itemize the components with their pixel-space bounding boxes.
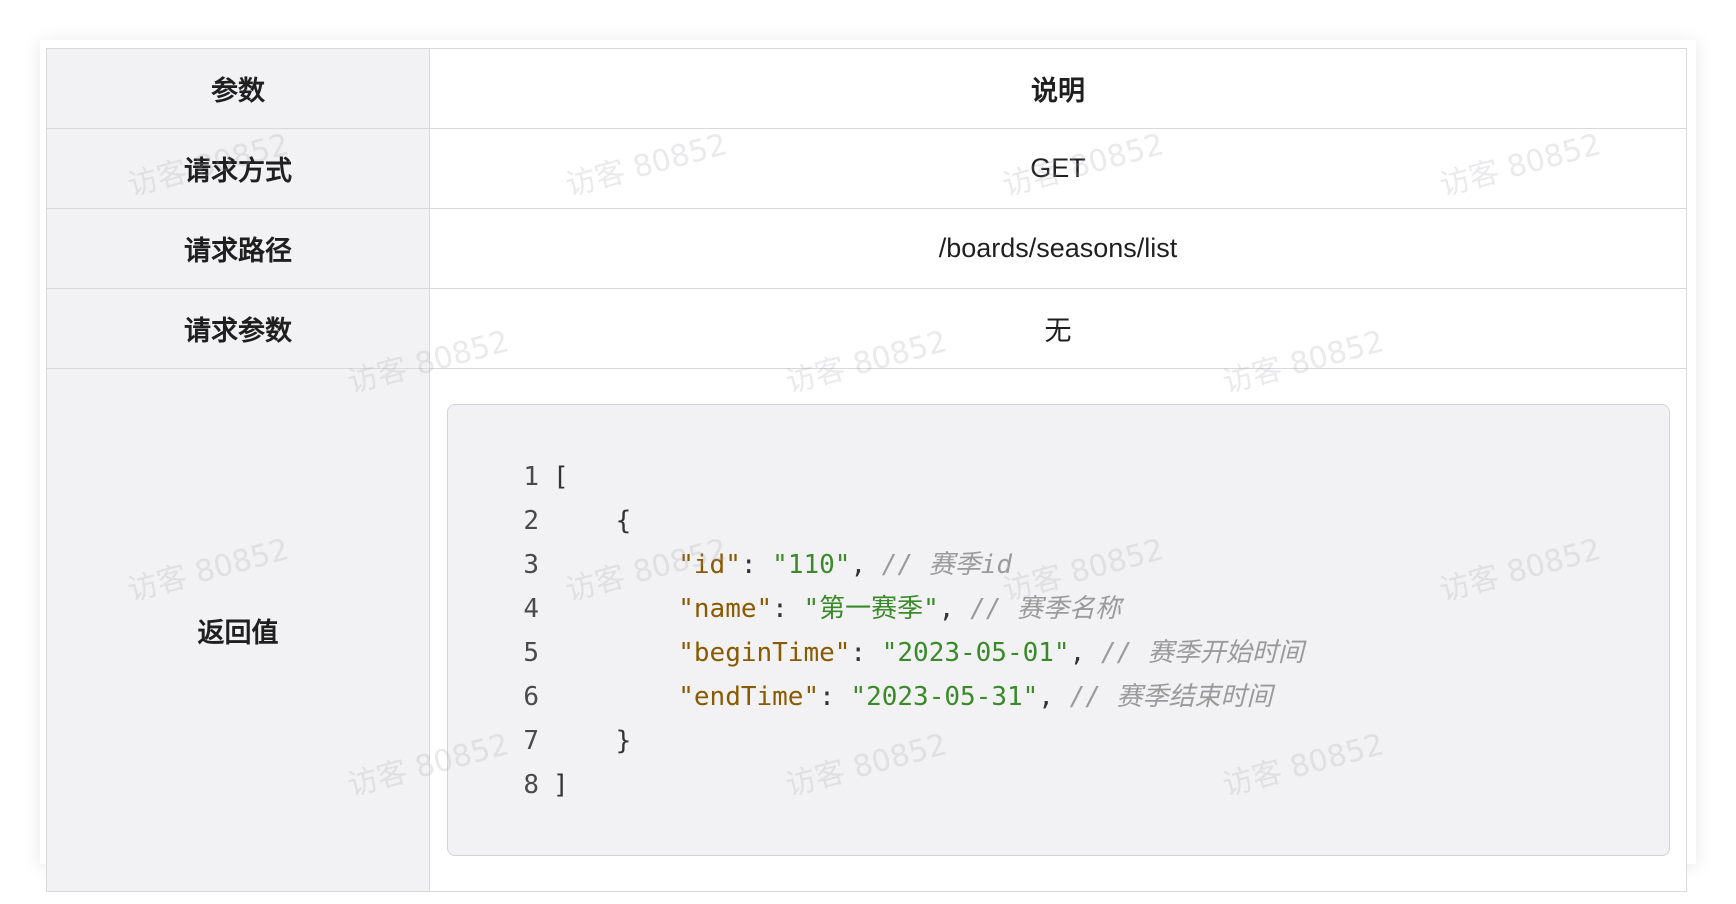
code-token-key: "endTime"	[678, 682, 820, 712]
line-number: 7	[523, 726, 539, 756]
code-token-punc: }	[553, 726, 632, 756]
code-token-str: "110"	[772, 550, 851, 580]
code-token-key: "name"	[678, 594, 773, 624]
code-token-punc	[553, 682, 678, 712]
line-number: 3	[523, 550, 539, 580]
row-key-return: 返回值	[46, 368, 430, 892]
code-token-punc: ,	[1069, 638, 1101, 668]
code-text: "beginTime": "2023-05-01", // 赛季开始时间	[553, 631, 1304, 675]
code-line: 1[	[448, 455, 1669, 499]
line-number: 6	[523, 682, 539, 712]
code-text: "endTime": "2023-05-31", // 赛季结束时间	[553, 675, 1273, 719]
table-row-path: 请求路径 /boards/seasons/list	[46, 208, 1687, 289]
code-text: "name": "第一赛季", // 赛季名称	[553, 587, 1121, 631]
code-token-punc: ,	[850, 550, 882, 580]
code-token-punc: :	[740, 550, 773, 580]
code-token-com: // 赛季开始时间	[1100, 638, 1304, 668]
code-token-str: "2023-05-01"	[881, 638, 1070, 668]
code-token-str: "第一赛季"	[803, 594, 939, 624]
api-spec-table: 参数 说明 请求方式 GET 请求路径 /boards/seasons/list…	[46, 48, 1687, 892]
row-key-params: 请求参数	[46, 288, 430, 369]
code-token-punc: [	[553, 462, 569, 492]
code-token-punc: {	[553, 506, 632, 536]
code-text: {	[553, 499, 632, 543]
code-token-punc: :	[850, 638, 882, 668]
code-token-str: "2023-05-31"	[850, 682, 1039, 712]
code-token-com: // 赛季id	[881, 550, 1013, 580]
line-number: 4	[523, 594, 539, 624]
header-param: 参数	[46, 48, 430, 129]
api-doc-card: 参数 说明 请求方式 GET 请求路径 /boards/seasons/list…	[40, 40, 1696, 892]
row-value-path: /boards/seasons/list	[429, 208, 1687, 289]
code-line: 4 "name": "第一赛季", // 赛季名称	[448, 587, 1669, 631]
line-number: 8	[523, 770, 539, 800]
row-value-method: GET	[429, 128, 1687, 209]
code-text: "id": "110", // 赛季id	[553, 543, 1012, 587]
code-token-punc: :	[819, 682, 851, 712]
code-token-punc	[553, 638, 678, 668]
code-line: 8]	[448, 763, 1669, 807]
code-line: 6 "endTime": "2023-05-31", // 赛季结束时间	[448, 675, 1669, 719]
code-token-com: // 赛季名称	[970, 594, 1122, 624]
code-line: 7 }	[448, 719, 1669, 763]
code-token-key: "beginTime"	[678, 638, 851, 668]
code-text: }	[553, 719, 632, 763]
code-line: 2 {	[448, 499, 1669, 543]
row-value-return: 1[2 {3 "id": "110", // 赛季id 4 "name": "第一…	[429, 368, 1687, 892]
row-key-method: 请求方式	[46, 128, 430, 209]
line-number: 2	[523, 506, 539, 536]
code-token-key: "id"	[678, 550, 741, 580]
table-row-method: 请求方式 GET	[46, 128, 1687, 209]
code-token-punc: :	[772, 594, 804, 624]
code-token-punc	[553, 594, 678, 624]
code-text: ]	[553, 763, 569, 807]
table-header-row: 参数 说明	[46, 48, 1687, 129]
code-line: 5 "beginTime": "2023-05-01", // 赛季开始时间	[448, 631, 1669, 675]
code-token-punc: ]	[553, 770, 569, 800]
header-description: 说明	[429, 48, 1687, 129]
code-block[interactable]: 1[2 {3 "id": "110", // 赛季id 4 "name": "第一…	[447, 404, 1670, 856]
code-line: 3 "id": "110", // 赛季id	[448, 543, 1669, 587]
code-token-punc	[553, 550, 678, 580]
line-number: 1	[523, 462, 539, 492]
table-row-params: 请求参数 无	[46, 288, 1687, 369]
code-token-punc: ,	[1038, 682, 1070, 712]
table-row-return: 返回值 1[2 {3 "id": "110", // 赛季id 4 "name":…	[46, 368, 1687, 892]
code-text: [	[553, 455, 569, 499]
row-key-path: 请求路径	[46, 208, 430, 289]
row-value-params: 无	[429, 288, 1687, 369]
code-token-com: // 赛季结束时间	[1069, 682, 1273, 712]
line-number: 5	[523, 638, 539, 668]
code-token-punc: ,	[938, 594, 971, 624]
